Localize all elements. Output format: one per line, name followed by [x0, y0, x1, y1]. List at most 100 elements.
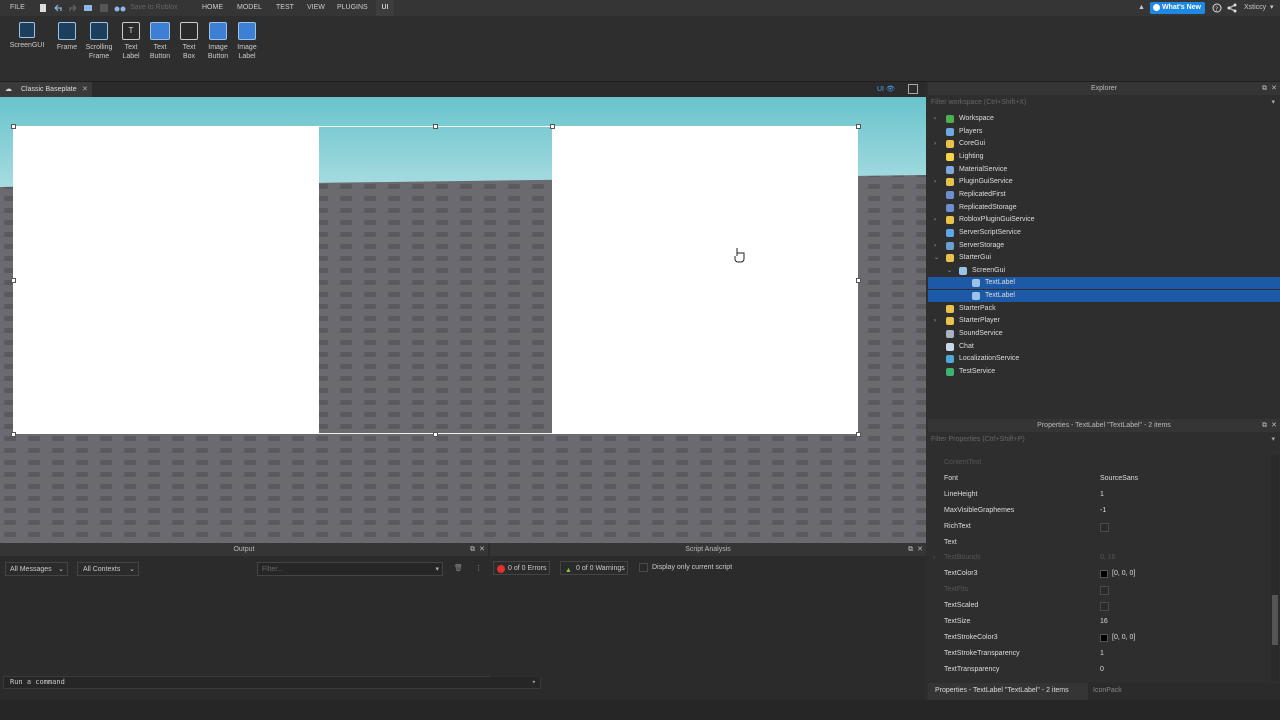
- explorer-item[interactable]: TestService: [928, 366, 1280, 378]
- explorer-item[interactable]: Chat: [928, 341, 1280, 353]
- property-value[interactable]: [0, 0, 0]: [1112, 566, 1135, 582]
- resize-handle-ml[interactable]: [11, 278, 16, 283]
- explorer-item[interactable]: StarterPack: [928, 303, 1280, 315]
- properties-filter-input[interactable]: Filter Properties (Ctrl+Shift+P) ▾: [930, 434, 1278, 446]
- explorer-filter-input[interactable]: Filter workspace (Ctrl+Shift+X) ▾: [930, 97, 1278, 109]
- property-value[interactable]: -1: [1100, 503, 1106, 519]
- undock-icon[interactable]: ⧉: [1262, 419, 1267, 432]
- undock-icon[interactable]: ⧉: [470, 543, 475, 556]
- whats-new-button[interactable]: What's New: [1150, 2, 1206, 14]
- file-menu[interactable]: FILE: [10, 0, 25, 16]
- resize-handle-tl[interactable]: [11, 124, 16, 129]
- color-swatch[interactable]: [1100, 570, 1108, 579]
- messages-filter-dropdown[interactable]: All Messages ⌄: [5, 562, 68, 576]
- property-row[interactable]: TextFits: [928, 582, 1270, 598]
- explorer-item[interactable]: ReplicatedFirst: [928, 189, 1280, 201]
- resize-handle-tm2[interactable]: [550, 124, 555, 129]
- explorer-item[interactable]: LocalizationService: [928, 353, 1280, 365]
- text-button-tool[interactable]: Text Button: [145, 20, 175, 61]
- property-value[interactable]: SourceSans: [1100, 471, 1138, 487]
- expand-right-icon[interactable]: ›: [934, 240, 936, 252]
- expand-down-icon[interactable]: ⌄: [934, 252, 939, 264]
- command-bar-input[interactable]: Run a command ▾: [3, 676, 541, 689]
- username[interactable]: Xsticcy: [1244, 0, 1266, 16]
- close-output-icon[interactable]: ✕: [479, 543, 485, 556]
- trash-icon[interactable]: 🗑: [454, 564, 463, 572]
- property-value[interactable]: 0: [1100, 662, 1104, 678]
- close-script-analysis-icon[interactable]: ✕: [917, 543, 923, 556]
- tab-test[interactable]: TEST: [276, 0, 294, 16]
- property-checkbox[interactable]: [1100, 522, 1109, 532]
- collapse-ribbon-icon[interactable]: ▲: [1138, 0, 1145, 16]
- explorer-item[interactable]: Lighting: [928, 151, 1280, 163]
- user-dropdown-icon[interactable]: ▾: [1270, 0, 1274, 16]
- property-row[interactable]: TextSize 16: [928, 614, 1270, 630]
- scrollbar-thumb[interactable]: [1272, 595, 1278, 645]
- expand-right-icon[interactable]: ›: [934, 315, 936, 327]
- resize-handle-br[interactable]: [856, 432, 861, 437]
- resize-handle-bm[interactable]: [433, 432, 438, 437]
- explorer-item[interactable]: › Workspace: [928, 113, 1280, 125]
- expand-right-icon[interactable]: ›: [934, 113, 936, 125]
- property-row[interactable]: TextScaled: [928, 598, 1270, 614]
- errors-toggle[interactable]: 0 of 0 Errors: [493, 561, 550, 575]
- share-icon[interactable]: [1227, 3, 1237, 13]
- screengui-tool[interactable]: ScreenGUI: [9, 20, 45, 50]
- resize-handle-tr[interactable]: [856, 124, 861, 129]
- 3d-viewport[interactable]: [0, 97, 926, 543]
- undock-icon[interactable]: ⧉: [908, 543, 913, 556]
- warnings-toggle[interactable]: ▲ 0 of 0 Warnings: [560, 561, 628, 575]
- property-row[interactable]: LineHeight 1: [928, 487, 1270, 503]
- property-value[interactable]: 16: [1100, 614, 1108, 630]
- redo-icon[interactable]: [68, 3, 78, 13]
- display-current-checkbox[interactable]: [639, 563, 648, 572]
- expand-right-icon[interactable]: ›: [934, 176, 936, 188]
- color-swatch[interactable]: [1100, 633, 1108, 642]
- ui-visibility-toggle[interactable]: UI 👁: [877, 85, 895, 93]
- close-explorer-icon[interactable]: ✕: [1271, 82, 1277, 95]
- text-label-tool[interactable]: T Text Label: [116, 20, 146, 61]
- explorer-item[interactable]: › PluginGuiService: [928, 176, 1280, 188]
- resize-handle-tm[interactable]: [433, 124, 438, 129]
- explorer-item[interactable]: ⌄ ScreenGui: [928, 265, 1280, 277]
- frame-tool[interactable]: Frame: [52, 20, 82, 52]
- property-value[interactable]: 1: [1100, 646, 1104, 662]
- property-checkbox[interactable]: [1100, 586, 1109, 596]
- properties-scrollbar[interactable]: [1271, 455, 1279, 681]
- expand-right-icon[interactable]: ›: [934, 138, 936, 150]
- tab-model[interactable]: MODEL: [237, 0, 262, 16]
- tab-iconpack[interactable]: IconPack: [1093, 683, 1122, 700]
- close-tab-icon[interactable]: ✕: [82, 82, 88, 97]
- property-row[interactable]: › TextBounds 0, 16: [928, 550, 1270, 566]
- property-row[interactable]: RichText: [928, 519, 1270, 535]
- property-checkbox[interactable]: [1100, 602, 1109, 612]
- property-row[interactable]: ContentText: [928, 455, 1270, 471]
- new-file-icon[interactable]: [38, 3, 48, 13]
- explorer-item[interactable]: TextLabel: [928, 277, 1280, 290]
- tab-plugins[interactable]: PLUGINS: [337, 0, 368, 16]
- contexts-filter-dropdown[interactable]: All Contexts ⌄: [77, 562, 139, 576]
- image-button-tool[interactable]: Image Button: [203, 20, 233, 61]
- explorer-item[interactable]: ⌄ StarterGui: [928, 252, 1280, 264]
- property-value[interactable]: 0, 16: [1100, 550, 1116, 566]
- text-box-tool[interactable]: Text Box: [174, 20, 204, 61]
- scrolling-frame-tool[interactable]: Scrolling Frame: [83, 20, 115, 61]
- save-icon[interactable]: [99, 3, 109, 13]
- expand-right-icon[interactable]: ›: [934, 214, 936, 226]
- close-properties-icon[interactable]: ✕: [1271, 419, 1277, 432]
- explorer-item[interactable]: Players: [928, 126, 1280, 138]
- resize-handle-bl[interactable]: [11, 432, 16, 437]
- save-to-roblox[interactable]: Save to Roblox: [130, 0, 177, 16]
- device-emulator-icon[interactable]: [908, 84, 918, 94]
- tab-home[interactable]: HOME: [202, 0, 223, 16]
- tab-view[interactable]: VIEW: [307, 0, 325, 16]
- image-label-tool[interactable]: Image Label: [232, 20, 262, 61]
- publish-icon[interactable]: [83, 3, 93, 13]
- doc-tab[interactable]: ☁ Classic Baseplate ✕: [0, 82, 92, 97]
- property-value[interactable]: [0, 0, 0]: [1112, 630, 1135, 646]
- expand-right-icon[interactable]: ›: [933, 550, 935, 566]
- undock-icon[interactable]: ⧉: [1262, 82, 1267, 95]
- property-row[interactable]: TextColor3 [0, 0, 0]: [928, 566, 1270, 582]
- tab-properties[interactable]: Properties - TextLabel "TextLabel" - 2 i…: [928, 683, 1088, 700]
- resize-handle-mr[interactable]: [856, 278, 861, 283]
